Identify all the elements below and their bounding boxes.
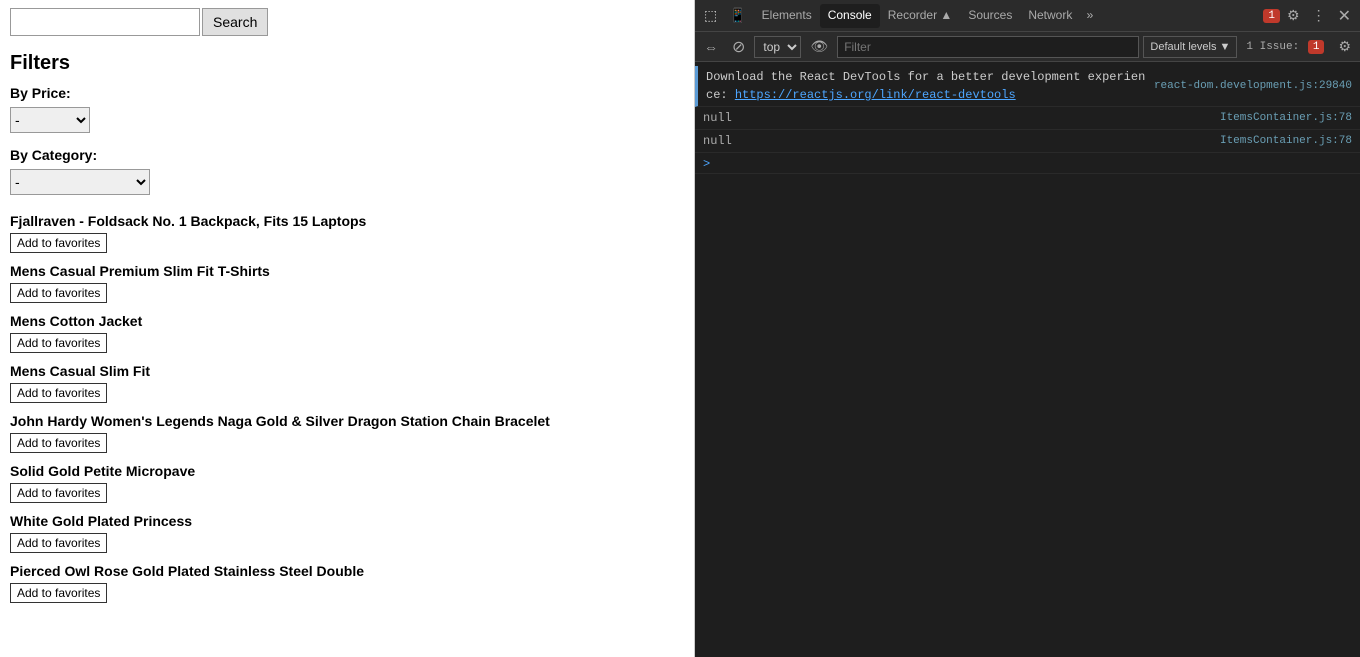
devtools-filter-input[interactable] — [837, 36, 1139, 58]
console-file-ref[interactable]: ItemsContainer.js:78 — [1220, 135, 1352, 147]
devtools-frame-icon[interactable]: ⇔ — [699, 37, 723, 57]
add-to-favorites-button[interactable]: Add to favorites — [10, 333, 107, 353]
add-to-favorites-button[interactable]: Add to favorites — [10, 283, 107, 303]
devtools-console: Download the React DevTools for a better… — [695, 62, 1360, 657]
devtools-issue-badge: 1 — [1263, 9, 1280, 23]
filters-section: Filters By Price: - By Category: - — [10, 52, 684, 209]
category-filter-select[interactable]: - — [10, 169, 150, 195]
category-filter-label: By Category: — [10, 147, 684, 163]
add-to-favorites-button[interactable]: Add to favorites — [10, 233, 107, 253]
console-file-ref[interactable]: react-dom.development.js:29840 — [1154, 80, 1352, 92]
search-input[interactable] — [10, 8, 200, 36]
devtools-eye-icon[interactable]: 👁 — [805, 36, 833, 57]
devtools-secondbar: ⇔ ⊘ top 👁 Default levels ▼ 1 Issue: 1 ⚙ — [695, 32, 1360, 62]
devtools-issue-count[interactable]: 1 Issue: 1 — [1241, 39, 1329, 55]
product-name: Mens Cotton Jacket — [10, 313, 684, 329]
devtools-tab-console[interactable]: Console — [820, 4, 880, 28]
product-name: Mens Casual Slim Fit — [10, 363, 684, 379]
product-list: Fjallraven - Foldsack No. 1 Backpack, Fi… — [10, 213, 684, 609]
console-entry-0: Download the React DevTools for a better… — [695, 66, 1360, 107]
devtools-tab-network[interactable]: Network — [1020, 4, 1080, 26]
add-to-favorites-button[interactable]: Add to favorites — [10, 533, 107, 553]
devtools-close-icon[interactable]: ✕ — [1333, 4, 1356, 28]
product-name: Solid Gold Petite Micropave — [10, 463, 684, 479]
add-to-favorites-button[interactable]: Add to favorites — [10, 383, 107, 403]
product-name: Fjallraven - Foldsack No. 1 Backpack, Fi… — [10, 213, 684, 229]
filters-title: Filters — [10, 52, 684, 75]
console-text: null — [703, 132, 1212, 150]
console-text: Download the React DevTools for a better… — [706, 68, 1146, 104]
devtools-tab-sources[interactable]: Sources — [960, 4, 1020, 26]
devtools-more-icon[interactable]: » — [1082, 5, 1097, 27]
search-button[interactable]: Search — [202, 8, 268, 36]
price-filter-label: By Price: — [10, 85, 684, 101]
devtools-panel: ⬚ 📱 ElementsConsoleRecorder ▲SourcesNetw… — [695, 0, 1360, 657]
devtools-frame-select[interactable]: top — [754, 36, 801, 58]
console-text: null — [703, 109, 1212, 127]
price-filter-select[interactable]: - — [10, 107, 90, 133]
devtools-settings-icon[interactable]: ⚙ — [1333, 36, 1356, 57]
devtools-levels-button[interactable]: Default levels ▼ — [1143, 36, 1237, 58]
add-to-favorites-button[interactable]: Add to favorites — [10, 583, 107, 603]
devtools-tabs: ElementsConsoleRecorder ▲SourcesNetwork — [754, 4, 1081, 28]
product-name: Pierced Owl Rose Gold Plated Stainless S… — [10, 563, 684, 579]
console-link[interactable]: https://reactjs.org/link/react-devtools — [735, 88, 1016, 102]
console-entry-2: null ItemsContainer.js:78 — [695, 130, 1360, 153]
console-prompt[interactable]: > — [695, 153, 1360, 174]
app-panel: Search Filters By Price: - By Category: … — [0, 0, 695, 657]
product-name: John Hardy Women's Legends Naga Gold & S… — [10, 413, 684, 429]
add-to-favorites-button[interactable]: Add to favorites — [10, 483, 107, 503]
devtools-inspect-icon[interactable]: ⬚ — [699, 5, 722, 26]
product-name: Mens Casual Premium Slim Fit T-Shirts — [10, 263, 684, 279]
devtools-device-icon[interactable]: 📱 — [724, 5, 751, 26]
console-entry-1: null ItemsContainer.js:78 — [695, 107, 1360, 130]
devtools-tab-elements[interactable]: Elements — [754, 4, 820, 26]
console-file-ref[interactable]: ItemsContainer.js:78 — [1220, 112, 1352, 124]
devtools-tab-recorder-▲[interactable]: Recorder ▲ — [880, 4, 961, 26]
product-name: White Gold Plated Princess — [10, 513, 684, 529]
devtools-gear-icon[interactable]: ⚙ — [1282, 5, 1305, 26]
console-arrow-icon: > — [703, 157, 710, 171]
search-area: Search — [10, 8, 684, 36]
devtools-topbar: ⬚ 📱 ElementsConsoleRecorder ▲SourcesNetw… — [695, 0, 1360, 32]
devtools-threedot-icon[interactable]: ⋮ — [1307, 5, 1331, 26]
devtools-circle-icon[interactable]: ⊘ — [727, 35, 750, 59]
add-to-favorites-button[interactable]: Add to favorites — [10, 433, 107, 453]
